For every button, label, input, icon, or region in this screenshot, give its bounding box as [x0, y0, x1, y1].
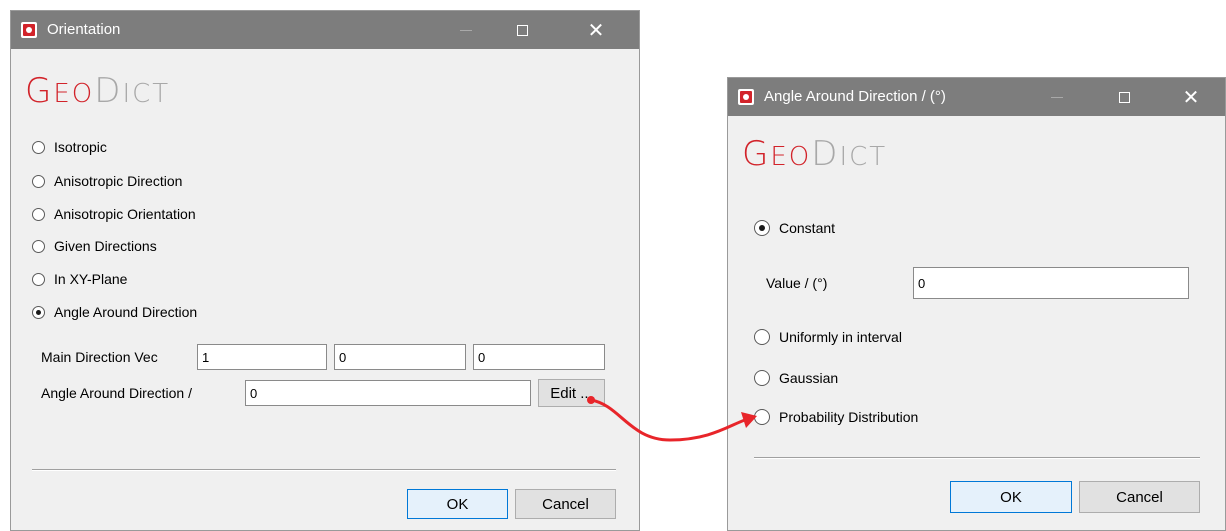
orientation-titlebar[interactable]: Orientation ✕ [11, 11, 639, 49]
cancel-button[interactable]: Cancel [515, 489, 616, 519]
angle-around-direction-dialog: Angle Around Direction / (°) ✕ GEODICT C… [727, 77, 1226, 531]
angle-dialog-titlebar[interactable]: Angle Around Direction / (°) ✕ [728, 78, 1225, 116]
option-given-directions[interactable]: Given Directions [32, 238, 157, 254]
geodict-app-icon [738, 89, 754, 105]
minimize-button[interactable] [443, 11, 489, 49]
ok-button[interactable]: OK [950, 481, 1072, 513]
maximize-icon [516, 24, 528, 36]
orientation-dialog: Orientation ✕ GEODICT Isotropic Anisotro… [10, 10, 640, 531]
window-title: Orientation [47, 21, 121, 38]
radio-button[interactable] [32, 207, 45, 221]
main-direction-x-input[interactable] [197, 344, 327, 370]
geodict-logo: GEODICT [25, 71, 171, 111]
radio-button[interactable] [32, 272, 45, 286]
option-anisotropic-orientation[interactable]: Anisotropic Orientation [32, 206, 196, 222]
angle-around-direction-label: Angle Around Direction / [41, 385, 192, 401]
radio-button[interactable] [32, 174, 45, 188]
edit-button[interactable]: Edit ... [538, 379, 605, 407]
close-button[interactable]: ✕ [1168, 78, 1214, 116]
window-title: Angle Around Direction / (°) [764, 88, 946, 105]
option-in-xy-plane[interactable]: In XY-Plane [32, 271, 127, 287]
main-direction-y-input[interactable] [334, 344, 466, 370]
main-direction-z-input[interactable] [473, 344, 605, 370]
ok-button[interactable]: OK [407, 489, 508, 519]
maximize-button[interactable] [1101, 78, 1147, 116]
minimize-icon [1051, 96, 1063, 98]
radio-button[interactable] [754, 329, 770, 345]
maximize-icon [1118, 91, 1130, 103]
option-anisotropic-direction[interactable]: Anisotropic Direction [32, 173, 182, 189]
value-label: Value / (°) [766, 275, 828, 291]
option-constant[interactable]: Constant [754, 220, 835, 236]
option-isotropic[interactable]: Isotropic [32, 139, 107, 155]
close-button[interactable]: ✕ [573, 11, 619, 49]
geodict-logo: GEODICT [742, 134, 888, 174]
radio-button[interactable] [754, 409, 770, 425]
separator [754, 457, 1200, 459]
main-direction-label: Main Direction Vec [41, 349, 158, 365]
option-probability-distribution[interactable]: Probability Distribution [754, 409, 918, 425]
angle-around-direction-input[interactable] [245, 380, 531, 406]
close-icon: ✕ [1182, 85, 1200, 109]
radio-button[interactable] [32, 140, 45, 154]
minimize-icon [460, 29, 472, 31]
radio-button-selected[interactable] [754, 220, 770, 236]
value-input[interactable] [913, 267, 1189, 299]
geodict-app-icon [21, 22, 37, 38]
minimize-button[interactable] [1034, 78, 1080, 116]
radio-button[interactable] [754, 370, 770, 386]
option-angle-around-direction[interactable]: Angle Around Direction [32, 304, 197, 320]
radio-button[interactable] [32, 239, 45, 253]
option-uniformly-in-interval[interactable]: Uniformly in interval [754, 329, 902, 345]
close-icon: ✕ [587, 18, 605, 42]
maximize-button[interactable] [499, 11, 545, 49]
radio-button-selected[interactable] [32, 305, 45, 319]
separator [32, 469, 616, 471]
option-gaussian[interactable]: Gaussian [754, 370, 838, 386]
cancel-button[interactable]: Cancel [1079, 481, 1200, 513]
